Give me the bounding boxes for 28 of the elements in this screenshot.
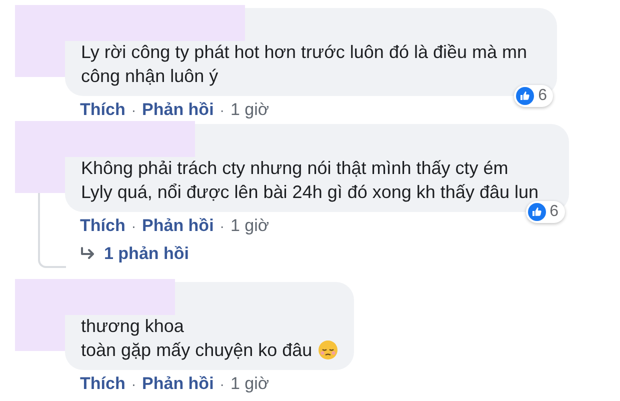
view-replies-link[interactable]: 1 phản hồi [80,244,189,264]
reply-arrow-icon [80,247,96,261]
action-link[interactable]: Phản hồi [142,100,214,120]
pensive-emoji-icon [318,340,338,360]
separator-dot: · [131,375,136,394]
action-link[interactable]: Thích [80,374,126,394]
separator-dot: · [220,375,224,394]
action-link[interactable]: Phản hồi [142,216,214,236]
comment-text: thương khoa [81,315,184,338]
comment-time: 1 giờ [230,374,270,394]
like-icon [516,87,534,105]
comment-text: toàn gặp mấy chuyện ko đâu [81,339,312,362]
separator-dot: · [220,101,224,120]
comment-text: công nhận luôn ý [81,65,218,88]
action-link[interactable]: Phản hồi [142,374,214,394]
comment-time: 1 giờ [230,100,270,120]
separator-dot: · [131,217,136,236]
action-link[interactable]: Thích [80,100,126,120]
comment-text: Lyly quá, nổi được lên bài 24h gì đó xong kh thấy đâu lun [81,181,538,204]
separator-dot: · [220,217,224,236]
reaction-badge[interactable]: 6 [514,85,554,107]
separator-dot: · [131,101,136,120]
reaction-badge[interactable]: 6 [526,201,564,223]
action-link[interactable]: Thích [80,216,126,236]
comment-text: Không phải trách cty nhưng nói thật mình thấy cty ém [81,157,508,180]
comment-time: 1 giờ [230,216,270,236]
comment-text: Ly rời công ty phát hot hơn trước luôn đó là điều mà mn [81,41,528,64]
like-icon [528,203,546,221]
